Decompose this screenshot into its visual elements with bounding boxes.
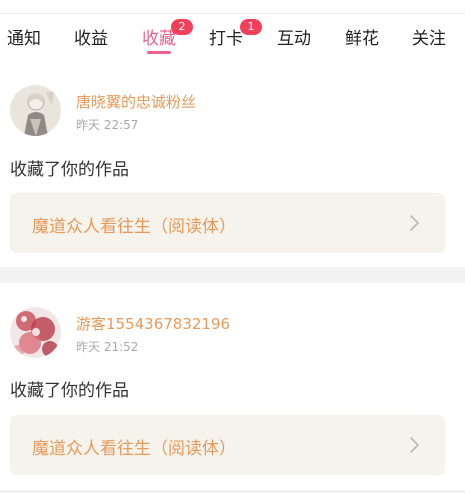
chevron-right-icon: [405, 214, 423, 232]
avatar[interactable]: [10, 85, 61, 136]
notification-card: 唐晓翼的忠诚粉丝 昨天 22:57 收藏了你的作品 魔道众人看往生（阅读体）: [0, 62, 465, 267]
action-text: 收藏了你的作品: [10, 160, 129, 180]
tab-notifications[interactable]: 通知: [7, 24, 41, 49]
work-link[interactable]: 魔道众人看往生（阅读体）: [10, 193, 445, 253]
tab-interactions[interactable]: 互动: [277, 24, 311, 49]
user-avatar-image-icon: [10, 307, 61, 358]
user-avatar-image-icon: [10, 85, 61, 136]
tab-checkin[interactable]: 打卡 1: [209, 19, 262, 49]
work-title: 魔道众人看往生（阅读体）: [32, 217, 236, 237]
tab-following[interactable]: 关注: [412, 24, 446, 49]
chevron-right-icon: [405, 436, 423, 454]
work-title: 魔道众人看往生（阅读体）: [32, 439, 236, 459]
timestamp: 昨天 22:57: [76, 118, 139, 132]
tab-earnings[interactable]: 收益: [74, 24, 108, 49]
timestamp: 昨天 21:52: [76, 340, 139, 354]
tab-bar: 通知 收益 收藏 2 打卡 1 互动 鲜花 关注: [0, 14, 465, 62]
tab-checkin-label: 打卡: [209, 29, 243, 49]
avatar[interactable]: [10, 307, 61, 358]
notification-card: 游客1554367832196 昨天 21:52 收藏了你的作品 魔道众人看往生…: [0, 283, 465, 493]
username[interactable]: 游客1554367832196: [76, 313, 230, 334]
tab-favorites[interactable]: 收藏 2: [142, 19, 193, 49]
active-tab-indicator: [147, 51, 171, 54]
tab-favorites-label: 收藏: [142, 29, 176, 49]
favorites-count-badge: 2: [171, 19, 193, 35]
section-divider: [0, 267, 465, 283]
checkin-count-badge: 1: [240, 19, 262, 35]
action-text: 收藏了你的作品: [10, 381, 129, 401]
work-link[interactable]: 魔道众人看往生（阅读体）: [10, 415, 445, 475]
tab-flowers[interactable]: 鲜花: [345, 24, 379, 49]
username[interactable]: 唐晓翼的忠诚粉丝: [76, 91, 196, 112]
